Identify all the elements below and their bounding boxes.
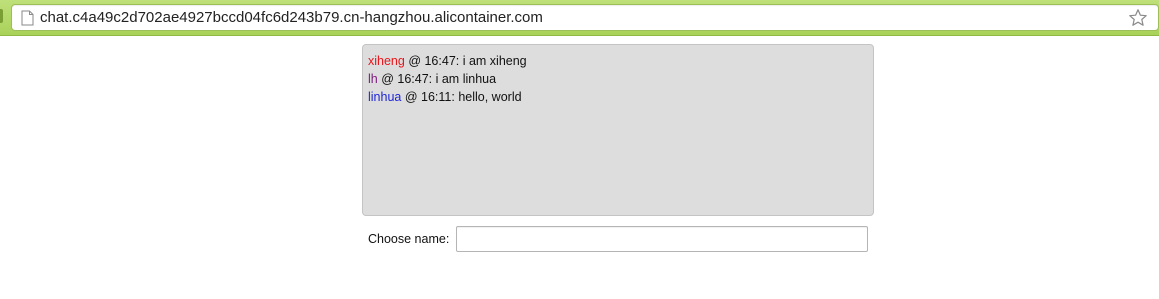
message-time: 16:11: [421, 90, 452, 104]
message-username: lh: [368, 72, 378, 86]
choose-name-label: Choose name:: [368, 232, 450, 246]
star-icon[interactable]: [1128, 8, 1148, 28]
url-text[interactable]: chat.c4a49c2d702ae4927bccd04fc6d243b79.c…: [40, 9, 543, 27]
chat-message: xiheng @ 16:47: i am xiheng: [368, 52, 868, 70]
message-text: : i am linhua: [428, 72, 497, 86]
browser-toolbar: chat.c4a49c2d702ae4927bccd04fc6d243b79.c…: [0, 0, 1159, 36]
message-separator: @: [404, 54, 425, 68]
chat-log[interactable]: xiheng @ 16:47: i am xiheng lh @ 16:47: …: [362, 44, 874, 216]
name-input[interactable]: [456, 226, 868, 252]
chat-message: linhua @ 16:11: hello, world: [368, 88, 868, 106]
message-text: : hello, world: [451, 90, 522, 104]
window-edge: [0, 9, 3, 23]
address-bar[interactable]: chat.c4a49c2d702ae4927bccd04fc6d243b79.c…: [11, 4, 1159, 31]
message-username: xiheng: [368, 54, 405, 68]
message-time: 16:47: [424, 54, 456, 68]
message-text: : i am xiheng: [455, 54, 527, 68]
message-separator: @: [377, 72, 398, 86]
page-icon: [21, 10, 34, 26]
chat-message: lh @ 16:47: i am linhua: [368, 70, 868, 88]
message-username: linhua: [368, 90, 402, 104]
message-separator: @: [401, 90, 422, 104]
message-time: 16:47: [397, 72, 429, 86]
